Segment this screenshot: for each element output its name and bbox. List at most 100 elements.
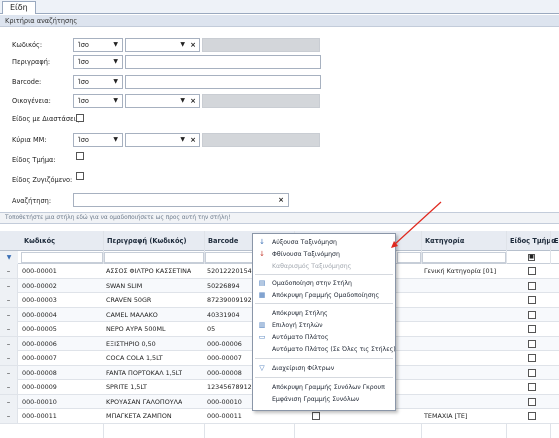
- unit-from-field[interactable]: ▼ ×: [125, 133, 200, 147]
- cell-description: CRAVEN 50GR: [106, 296, 152, 304]
- menu-separator: [255, 377, 393, 378]
- menu-show-totals[interactable]: Εμφάνιση Γραμμής Συνόλων: [253, 394, 395, 405]
- cell-part-checkbox[interactable]: [528, 267, 536, 275]
- filter-barcode[interactable]: [205, 252, 255, 263]
- cell-part-checkbox[interactable]: [528, 397, 536, 406]
- criteria-header[interactable]: Κριτήρια αναζήτησης: [0, 15, 559, 27]
- dimensions-checkbox[interactable]: [76, 114, 84, 122]
- cell-part-checkbox[interactable]: [528, 325, 536, 333]
- column-header-extra[interactable]: Ε: [552, 231, 559, 251]
- weighed-checkbox[interactable]: [76, 172, 84, 180]
- row-indicator[interactable]: –: [0, 322, 18, 336]
- cell-code: 000-00006: [22, 339, 57, 348]
- unit-operator-select[interactable]: Ίσο ▼: [73, 133, 123, 147]
- menu-hide-group-row[interactable]: ▦ Απόκρυψη Γραμμής Ομαδοποίησης: [253, 290, 395, 301]
- row-indicator[interactable]: –: [0, 336, 18, 351]
- cell-barcode: 8723900919259: [207, 296, 253, 304]
- code-from-field[interactable]: ▼ ×: [125, 38, 200, 52]
- filter-description[interactable]: [104, 252, 204, 263]
- description-operator-select[interactable]: Ίσο ▼: [73, 55, 123, 69]
- family-operator-select[interactable]: Ίσο ▼: [73, 94, 123, 108]
- menu-choose-columns[interactable]: ▥ Επιλογή Στηλών: [253, 320, 395, 331]
- cell-barcode: 40331904: [207, 310, 240, 319]
- filter-category[interactable]: [422, 252, 506, 263]
- cell-description: SWAN SLIM: [106, 281, 143, 290]
- row-indicator[interactable]: –: [0, 278, 18, 293]
- row-indicator[interactable]: –: [0, 365, 18, 380]
- tab-bar: Είδη: [0, 0, 559, 14]
- indicator-header: [0, 231, 18, 251]
- menu-choose-columns-label: Επιλογή Στηλών: [272, 322, 323, 329]
- row-indicator[interactable]: –: [0, 264, 18, 278]
- clear-search-icon[interactable]: ×: [278, 194, 284, 206]
- cell-description: ΕΞΙΣΤΗΡΙΟ 0,50: [106, 339, 156, 348]
- column-header-category[interactable]: Κατηγορία: [423, 231, 464, 251]
- cell-part-checkbox[interactable]: [528, 383, 536, 391]
- cell-part-checkbox[interactable]: [528, 368, 536, 377]
- menu-separator: [255, 274, 393, 275]
- family-operator-value: Ίσο: [78, 97, 89, 105]
- menu-filter-manage[interactable]: ▽ Διαχείριση Φίλτρων: [253, 363, 395, 374]
- cell-code: 000-00009: [22, 383, 57, 391]
- barcode-field[interactable]: [125, 75, 321, 89]
- row-indicator[interactable]: –: [0, 380, 18, 394]
- description-field[interactable]: [125, 55, 321, 69]
- menu-hide-group-totals[interactable]: Απόκρυψη Γραμμής Συνόλων Γκρουπ: [253, 382, 395, 393]
- cell-part-checkbox[interactable]: [528, 412, 536, 420]
- column-header-description[interactable]: Περιγραφή (Κωδικός): [105, 231, 186, 251]
- group-icon: ▤: [258, 279, 266, 287]
- cell-part-checkbox[interactable]: [528, 296, 536, 304]
- search-input[interactable]: ×: [73, 193, 289, 207]
- cell-barcode: 5201222015413: [207, 267, 253, 275]
- barcode-operator-select[interactable]: Ίσο ▼: [73, 75, 123, 89]
- chevron-down-icon: ▼: [113, 58, 118, 65]
- clear-icon[interactable]: ×: [190, 134, 196, 146]
- code-operator-select[interactable]: Ίσο ▼: [73, 38, 123, 52]
- cell-part-checkbox[interactable]: [528, 281, 536, 290]
- cell-description: FANTA ΠΟΡΤΟΚΑΛ 1,5LT: [106, 368, 183, 377]
- chevron-down-icon[interactable]: ▼: [180, 39, 185, 51]
- menu-auto-width-all[interactable]: Αυτόματο Πλάτος (Σε Όλες τις Στήλες): [253, 344, 396, 355]
- cell-part-checkbox[interactable]: [528, 339, 536, 348]
- menu-group-by-column[interactable]: ▤ Ομαδοποίηση στην Στήλη: [253, 278, 395, 289]
- row-indicator[interactable]: –: [0, 307, 18, 322]
- menu-hide-column-label: Απόκρυψη Στήλης: [272, 310, 328, 317]
- part-checkbox[interactable]: [76, 152, 84, 160]
- menu-sort-ascending-label: Αύξουσα Ταξινόμηση: [272, 239, 337, 246]
- family-from-field[interactable]: ▼ ×: [125, 94, 200, 108]
- menu-sort-ascending[interactable]: ↓ Αύξουσα Ταξινόμηση: [253, 237, 395, 248]
- menu-hide-column[interactable]: Απόκρυψη Στήλης: [253, 308, 395, 319]
- clear-icon[interactable]: ×: [190, 95, 196, 107]
- unit-operator-value: Ίσο: [78, 136, 89, 144]
- row-indicator[interactable]: –: [0, 293, 18, 307]
- cell-description: SPRITE 1,5LT: [106, 383, 147, 391]
- cell-description: ΚΡΟΥΑΣΑΝ ΓΑΛΟΠΟΥΛΑ: [106, 397, 183, 406]
- column-header-part[interactable]: Είδος Τμήμα: [508, 231, 556, 251]
- clear-icon[interactable]: ×: [190, 39, 196, 51]
- filter-code[interactable]: [21, 252, 103, 263]
- menu-clear-sort[interactable]: Καθαρισμός Ταξινόμησης: [253, 261, 395, 272]
- filter-part-checkbox[interactable]: ■: [528, 254, 535, 261]
- menu-auto-width[interactable]: ▭ Αυτόματο Πλάτος: [253, 332, 395, 343]
- menu-auto-width-all-label: Αυτόματο Πλάτος (Σε Όλες τις Στήλες): [272, 346, 396, 353]
- cell-description: ΝΕΡΟ ΑΥΡΑ 500ML: [106, 325, 166, 333]
- chevron-down-icon[interactable]: ▼: [180, 95, 185, 107]
- group-panel[interactable]: Τοποθετήστε μια στήλη εδώ για να ομαδοπο…: [0, 212, 559, 224]
- row-indicator[interactable]: –: [0, 409, 18, 423]
- filter-hidden[interactable]: [397, 252, 421, 263]
- chevron-down-icon[interactable]: ▼: [180, 134, 185, 146]
- tab-items[interactable]: Είδη: [2, 1, 36, 14]
- menu-hide-group-row-label: Απόκρυψη Γραμμής Ομαδοποίησης: [272, 292, 380, 299]
- cell-hidden-checkbox[interactable]: [312, 412, 320, 420]
- row-indicator[interactable]: –: [0, 351, 18, 365]
- column-header-barcode[interactable]: Barcode: [206, 231, 238, 251]
- cell-part-checkbox[interactable]: [528, 310, 536, 319]
- sort-ascending-icon: ↓: [259, 238, 265, 246]
- table-row[interactable]: –000-00011 ΜΠΑΓΚΕΤΑ ΖΑΜΠΟΝ 000-00011 ΤΕΜΑΧΙ…: [0, 409, 559, 424]
- menu-sort-descending[interactable]: ↓ Φθίνουσα Ταξινόμηση: [253, 249, 395, 260]
- chevron-down-icon: ▼: [113, 41, 118, 48]
- column-header-code[interactable]: Κωδικός: [22, 231, 55, 251]
- menu-separator: [255, 303, 393, 304]
- cell-part-checkbox[interactable]: [528, 354, 536, 362]
- row-indicator[interactable]: –: [0, 394, 18, 409]
